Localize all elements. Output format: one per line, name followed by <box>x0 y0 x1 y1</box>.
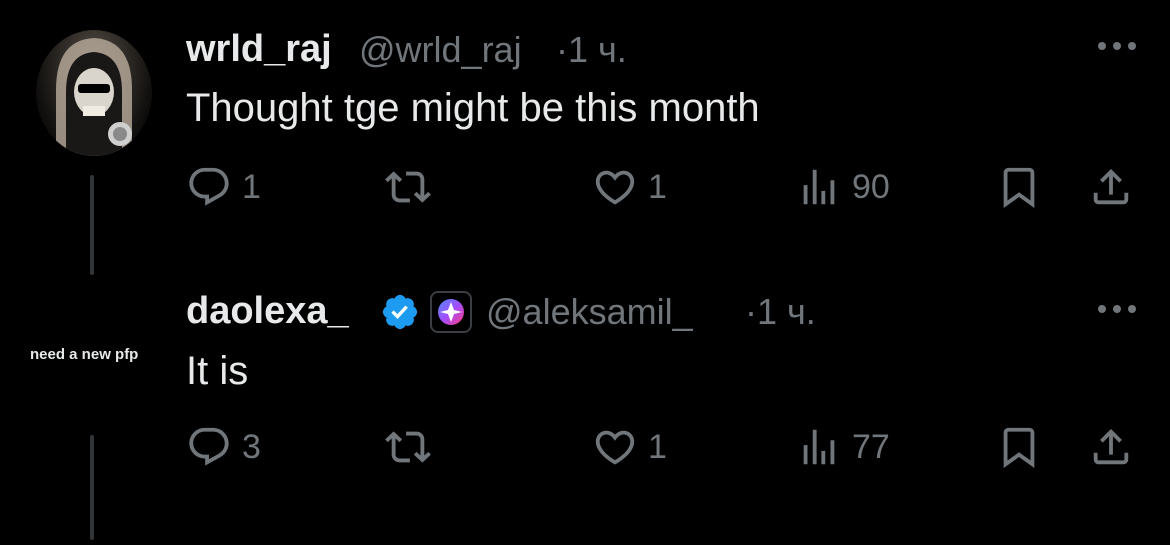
like-count: 1 <box>648 427 667 466</box>
retweet-button[interactable] <box>385 424 441 470</box>
views-icon <box>803 429 835 465</box>
reply-button[interactable]: 1 <box>186 164 261 210</box>
handle[interactable]: @wrld_raj <box>359 29 522 71</box>
retweet-button[interactable] <box>385 164 441 210</box>
views-button[interactable]: 90 <box>796 164 890 210</box>
timestamp[interactable]: ·1 ч. <box>556 29 627 71</box>
reply-count: 3 <box>242 427 261 466</box>
affiliate-logo-icon <box>438 299 464 325</box>
share-icon <box>1093 168 1129 205</box>
thread-line <box>90 175 94 275</box>
share-icon <box>1093 428 1129 465</box>
display-name[interactable]: wrld_raj <box>186 28 332 71</box>
more-icon[interactable] <box>1096 303 1138 315</box>
views-count: 90 <box>852 167 890 206</box>
reply-icon <box>189 167 229 206</box>
tweet-text: It is <box>186 349 249 393</box>
retweet-icon <box>385 171 431 203</box>
reply-count: 1 <box>242 167 261 206</box>
reply-icon <box>189 427 229 466</box>
views-button[interactable]: 77 <box>796 424 890 470</box>
bookmark-button[interactable] <box>996 424 1042 470</box>
affiliate-badge-icon[interactable] <box>430 291 472 333</box>
avatar-daolexa[interactable]: need a new pfp <box>30 346 138 363</box>
like-icon <box>595 170 635 205</box>
display-name[interactable]: daolexa_ <box>186 290 349 333</box>
bookmark-icon <box>1003 427 1035 468</box>
share-button[interactable] <box>1088 424 1134 470</box>
like-button[interactable]: 1 <box>592 424 667 470</box>
reply-button[interactable]: 3 <box>186 424 261 470</box>
avatar-wrld-raj[interactable] <box>36 30 152 156</box>
bookmark-button[interactable] <box>996 164 1042 210</box>
timestamp[interactable]: ·1 ч. <box>745 291 816 333</box>
views-count: 77 <box>852 427 890 466</box>
tweet-text: Thought tge might be this month <box>186 86 760 130</box>
bookmark-icon <box>1003 167 1035 208</box>
like-icon <box>595 430 635 465</box>
like-count: 1 <box>648 167 667 206</box>
thread-line <box>90 435 94 540</box>
more-icon[interactable] <box>1096 40 1138 52</box>
handle[interactable]: @aleksamil_ <box>486 291 693 333</box>
share-button[interactable] <box>1088 164 1134 210</box>
like-button[interactable]: 1 <box>592 164 667 210</box>
verified-badge-icon[interactable] <box>380 292 420 332</box>
retweet-icon <box>385 431 431 463</box>
skull-avatar-image <box>56 38 132 156</box>
views-icon <box>803 169 835 205</box>
